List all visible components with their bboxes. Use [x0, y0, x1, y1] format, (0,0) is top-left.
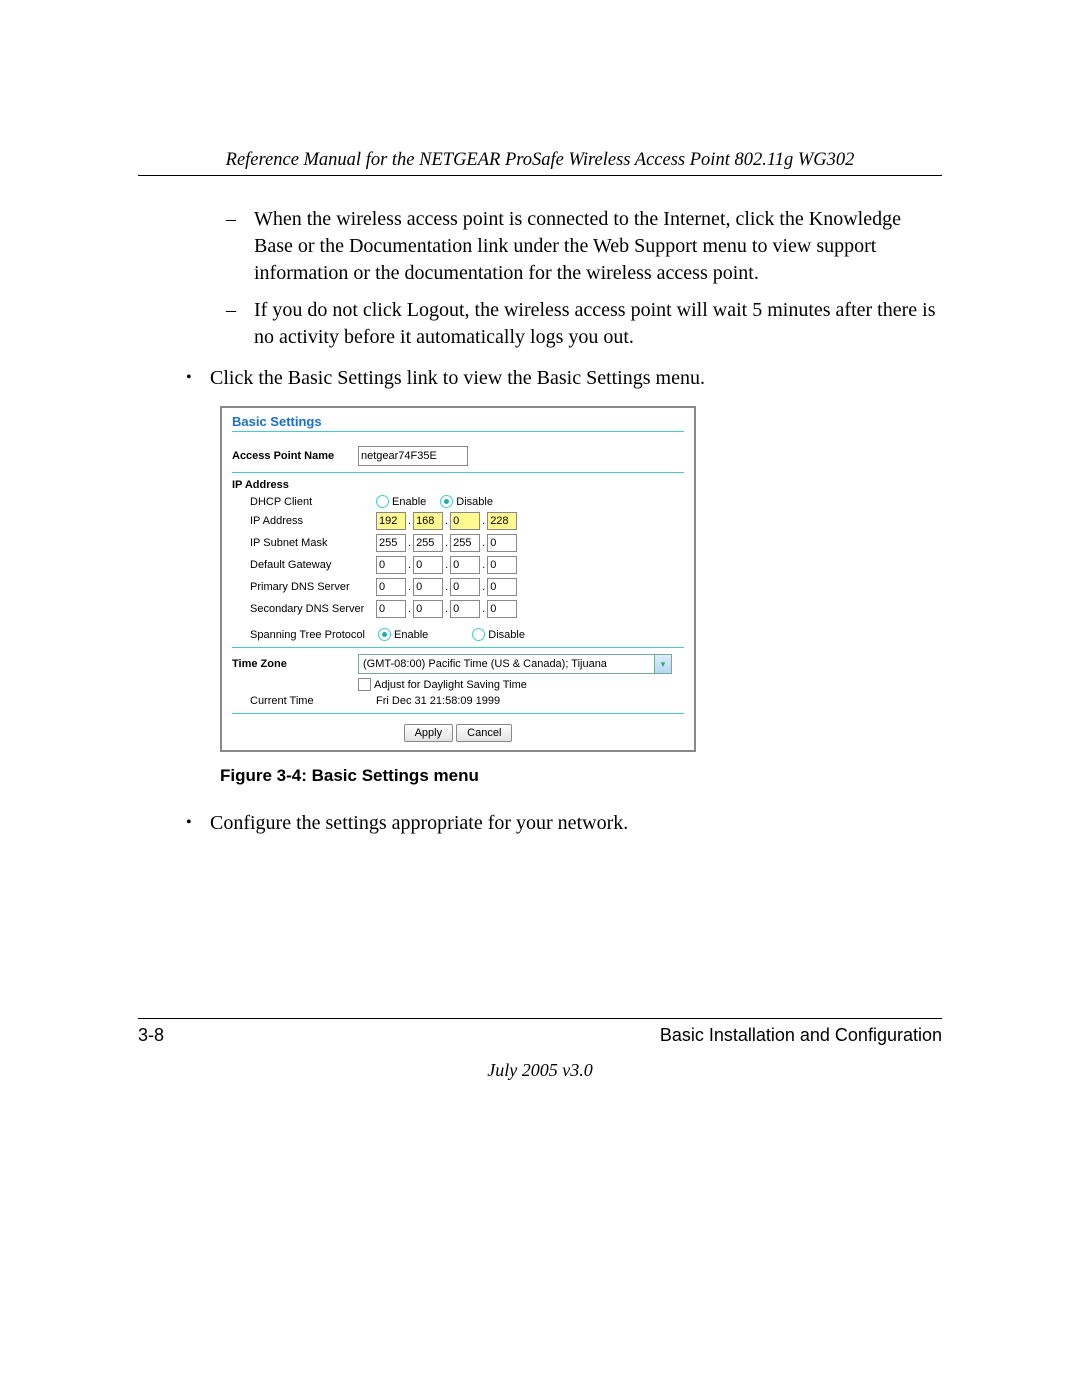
current-time-label: Current Time: [232, 695, 358, 707]
figure-caption: Figure 3-4: Basic Settings menu: [220, 766, 942, 786]
ap-name-label: Access Point Name: [232, 450, 358, 462]
gw-oct-4[interactable]: [487, 556, 517, 574]
doc-header: Reference Manual for the NETGEAR ProSafe…: [138, 150, 942, 171]
ip-oct-1[interactable]: [376, 512, 406, 530]
dash-text-2: If you do not click Logout, the wireless…: [254, 299, 936, 348]
subnet-oct-3[interactable]: [450, 534, 480, 552]
ip-heading: IP Address: [232, 479, 289, 491]
stp-label: Spanning Tree Protocol: [232, 629, 378, 641]
stp-disable-radio[interactable]: Disable: [472, 628, 525, 641]
dhcp-enable-label: Enable: [392, 496, 426, 508]
tz-value: (GMT-08:00) Pacific Time (US & Canada); …: [359, 658, 654, 670]
dns2-oct-2[interactable]: [413, 600, 443, 618]
footer-date: July 2005 v3.0: [138, 1060, 942, 1081]
section-title: Basic Installation and Configuration: [660, 1025, 942, 1046]
stp-enable-radio[interactable]: Enable: [378, 628, 428, 641]
stp-disable-label: Disable: [488, 629, 525, 641]
footer-rule: [138, 1018, 942, 1019]
dash-item-1: – When the wireless access point is conn…: [138, 206, 942, 287]
gateway-label: Default Gateway: [232, 559, 358, 571]
bullet-marker: •: [186, 367, 192, 389]
ip-oct-3[interactable]: [450, 512, 480, 530]
bullet-item-1: • Click the Basic Settings link to view …: [138, 365, 942, 392]
tz-label: Time Zone: [232, 658, 358, 670]
bullet-text-2: Configure the settings appropriate for y…: [210, 812, 628, 834]
panel-title: Basic Settings: [232, 414, 684, 429]
dns1-oct-2[interactable]: [413, 578, 443, 596]
gw-oct-1[interactable]: [376, 556, 406, 574]
dst-checkbox[interactable]: [358, 678, 371, 691]
dns1-label: Primary DNS Server: [232, 581, 358, 593]
dhcp-disable-label: Disable: [456, 496, 493, 508]
current-time-value: Fri Dec 31 21:58:09 1999: [376, 695, 500, 707]
dns1-oct-3[interactable]: [450, 578, 480, 596]
cancel-button[interactable]: Cancel: [456, 724, 512, 742]
chevron-down-icon: ▾: [654, 655, 671, 673]
ap-name-input[interactable]: [358, 446, 468, 466]
bullet-marker: •: [186, 812, 192, 834]
gw-oct-3[interactable]: [450, 556, 480, 574]
separator: [232, 431, 684, 432]
gw-oct-2[interactable]: [413, 556, 443, 574]
separator: [232, 713, 684, 714]
dhcp-label: DHCP Client: [232, 496, 358, 508]
ip-oct-2[interactable]: [413, 512, 443, 530]
header-rule: [138, 175, 942, 176]
dst-label: Adjust for Daylight Saving Time: [374, 679, 527, 691]
subnet-oct-2[interactable]: [413, 534, 443, 552]
basic-settings-panel: Basic Settings Access Point Name IP Addr…: [220, 406, 696, 752]
radio-icon: [378, 628, 391, 641]
dash-item-2: – If you do not click Logout, the wirele…: [138, 297, 942, 351]
radio-icon: [440, 495, 453, 508]
radio-icon: [472, 628, 485, 641]
subnet-label: IP Subnet Mask: [232, 537, 358, 549]
bullet-text-1: Click the Basic Settings link to view th…: [210, 367, 705, 389]
dns1-oct-1[interactable]: [376, 578, 406, 596]
apply-button[interactable]: Apply: [404, 724, 454, 742]
dns1-oct-4[interactable]: [487, 578, 517, 596]
dash-marker: –: [226, 206, 236, 233]
subnet-oct-1[interactable]: [376, 534, 406, 552]
dns2-oct-3[interactable]: [450, 600, 480, 618]
page-number: 3-8: [138, 1025, 164, 1046]
dash-marker: –: [226, 297, 236, 324]
dhcp-enable-radio[interactable]: Enable: [376, 495, 426, 508]
dns2-oct-4[interactable]: [487, 600, 517, 618]
subnet-oct-4[interactable]: [487, 534, 517, 552]
separator: [232, 647, 684, 648]
stp-enable-label: Enable: [394, 629, 428, 641]
dash-text-1: When the wireless access point is connec…: [254, 208, 901, 284]
ip-address-label: IP Address: [232, 515, 358, 527]
dhcp-disable-radio[interactable]: Disable: [440, 495, 493, 508]
bullet-item-2: • Configure the settings appropriate for…: [138, 810, 942, 837]
radio-icon: [376, 495, 389, 508]
dns2-label: Secondary DNS Server: [232, 603, 374, 615]
tz-select[interactable]: (GMT-08:00) Pacific Time (US & Canada); …: [358, 654, 672, 674]
dns2-oct-1[interactable]: [376, 600, 406, 618]
separator: [232, 472, 684, 473]
ip-oct-4[interactable]: [487, 512, 517, 530]
